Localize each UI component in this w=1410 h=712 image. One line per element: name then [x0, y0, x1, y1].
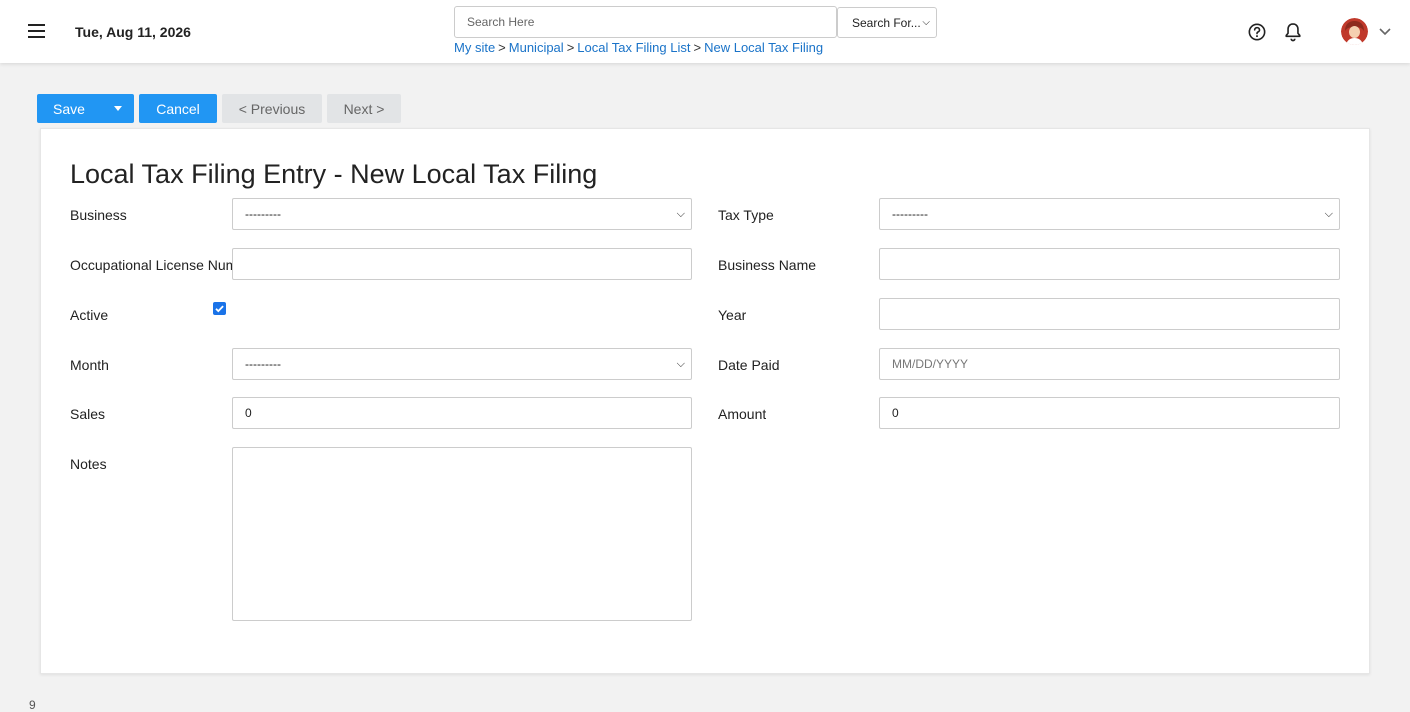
- breadcrumb-municipal[interactable]: Municipal: [509, 40, 564, 55]
- tax-type-label: Tax Type: [718, 207, 774, 223]
- occupational-license-label: Occupational License Num: [70, 257, 233, 273]
- breadcrumb-my-site[interactable]: My site: [454, 40, 495, 55]
- chevron-down-icon[interactable]: [1379, 26, 1391, 36]
- sales-label: Sales: [70, 406, 106, 422]
- search-scope-label: Search For...: [852, 15, 921, 30]
- menu-icon[interactable]: [28, 24, 45, 38]
- breadcrumb-separator: >: [693, 40, 702, 55]
- breadcrumb-separator: >: [566, 40, 575, 55]
- next-button[interactable]: Next >: [327, 94, 401, 123]
- caret-down-icon: [113, 106, 122, 111]
- help-icon[interactable]: [1248, 23, 1266, 41]
- breadcrumb: My site > Municipal > Local Tax Filing List >…: [454, 40, 823, 55]
- avatar[interactable]: [1341, 18, 1368, 45]
- date-paid-label: Date Paid: [718, 357, 780, 373]
- chevron-down-icon: ⌵: [676, 357, 685, 370]
- check-icon: [215, 305, 224, 313]
- notes-label: Notes: [70, 456, 107, 472]
- search-input[interactable]: [454, 6, 837, 38]
- month-value: ---------: [245, 357, 281, 371]
- sales-field[interactable]: 0: [232, 397, 692, 429]
- active-label: Active: [70, 307, 109, 323]
- notes-textarea[interactable]: [232, 447, 692, 621]
- active-checkbox[interactable]: [213, 302, 226, 315]
- amount-label: Amount: [718, 406, 767, 422]
- cancel-button[interactable]: Cancel: [139, 94, 217, 123]
- business-name-label: Business Name: [718, 257, 817, 273]
- save-button[interactable]: Save: [37, 94, 101, 123]
- occupational-license-field[interactable]: [232, 248, 692, 280]
- year-label: Year: [718, 307, 747, 323]
- breadcrumb-separator: >: [498, 40, 506, 55]
- top-bar: Tue, Aug 11, 2026 Search For... ⌵ My sit…: [0, 0, 1410, 63]
- form-card: Local Tax Filing Entry - New Local Tax F…: [40, 128, 1370, 674]
- business-value: ---------: [245, 207, 281, 221]
- page-title: Local Tax Filing Entry - New Local Tax F…: [70, 159, 598, 189]
- breadcrumb-new-local-tax-filing[interactable]: New Local Tax Filing: [704, 40, 823, 55]
- business-select[interactable]: --------- ⌵: [232, 198, 692, 230]
- breadcrumb-local-tax-filing-list[interactable]: Local Tax Filing List: [577, 40, 690, 55]
- amount-field[interactable]: 0: [879, 397, 1340, 429]
- search-scope-select[interactable]: Search For... ⌵: [837, 7, 937, 38]
- business-label: Business: [70, 207, 127, 223]
- chevron-down-icon: ⌵: [676, 207, 685, 220]
- bell-icon[interactable]: [1284, 22, 1302, 42]
- month-select[interactable]: --------- ⌵: [232, 348, 692, 380]
- chevron-down-icon: ⌵: [1324, 207, 1333, 220]
- tax-type-select[interactable]: --------- ⌵: [879, 198, 1340, 230]
- year-field[interactable]: [879, 298, 1340, 330]
- date-paid-field[interactable]: MM/DD/YYYY: [879, 348, 1340, 380]
- month-label: Month: [70, 357, 109, 373]
- business-name-field[interactable]: [879, 248, 1340, 280]
- footer-fragment: 9: [29, 698, 36, 712]
- chevron-down-icon: ⌵: [922, 17, 930, 28]
- tax-type-value: ---------: [892, 207, 928, 221]
- previous-button[interactable]: < Previous: [222, 94, 322, 123]
- current-date: Tue, Aug 11, 2026: [75, 24, 191, 40]
- save-options-button[interactable]: [101, 94, 134, 123]
